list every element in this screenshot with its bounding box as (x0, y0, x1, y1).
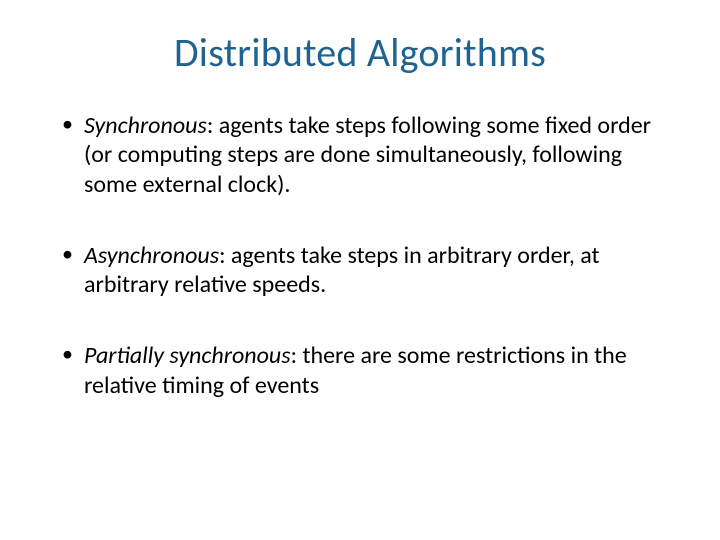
bullet-term: Partially synchronous (84, 341, 291, 370)
bullet-list: Synchronous: agents take steps following… (40, 111, 680, 400)
list-item: Partially synchronous: there are some re… (62, 341, 674, 400)
slide: Distributed Algorithms Synchronous: agen… (0, 0, 720, 540)
list-item: Asynchronous: agents take steps in arbit… (62, 241, 674, 300)
bullet-term: Synchronous (84, 111, 207, 140)
slide-title: Distributed Algorithms (40, 28, 680, 77)
list-item: Synchronous: agents take steps following… (62, 111, 674, 199)
bullet-term: Asynchronous (84, 241, 219, 270)
